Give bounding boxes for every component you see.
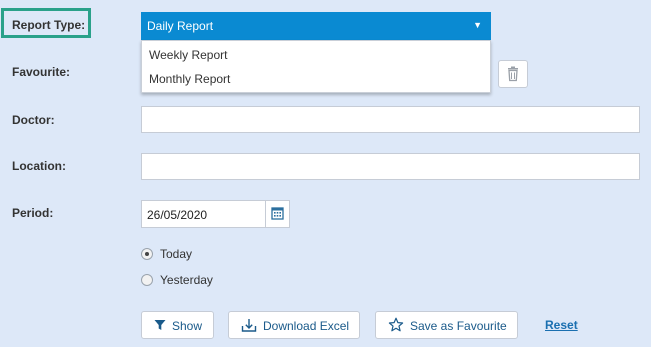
radio-today-label: Today xyxy=(160,247,193,261)
favourite-label: Favourite: xyxy=(12,65,71,79)
radio-yesterday-label: Yesterday xyxy=(160,273,213,287)
option-monthly-report[interactable]: Monthly Report xyxy=(149,72,230,86)
filter-icon xyxy=(154,320,166,330)
star-icon xyxy=(388,317,404,332)
radio-yesterday-control[interactable] xyxy=(141,274,153,286)
delete-favourite-button[interactable] xyxy=(498,60,528,88)
report-type-select[interactable]: Daily Report ▼ xyxy=(141,12,491,40)
doctor-label: Doctor: xyxy=(12,113,55,127)
reset-link[interactable]: Reset xyxy=(545,318,578,332)
download-excel-label: Download Excel xyxy=(263,319,350,333)
period-date-value: 26/05/2020 xyxy=(147,208,208,222)
show-button-label: Show xyxy=(172,319,203,333)
location-input[interactable] xyxy=(141,153,640,180)
calendar-icon xyxy=(271,207,284,220)
download-excel-button[interactable]: Download Excel xyxy=(228,311,360,339)
save-as-favourite-label: Save as Favourite xyxy=(410,319,507,333)
period-date-input[interactable]: 26/05/2020 xyxy=(141,200,266,228)
period-label: Period: xyxy=(12,206,54,220)
save-as-favourite-button[interactable]: Save as Favourite xyxy=(375,311,518,339)
report-type-label: Report Type: xyxy=(12,18,86,32)
option-weekly-report[interactable]: Weekly Report xyxy=(149,48,227,62)
report-type-selected: Daily Report xyxy=(147,19,214,33)
doctor-input[interactable] xyxy=(141,106,640,133)
show-button[interactable]: Show xyxy=(141,311,214,339)
location-label: Location: xyxy=(12,159,66,173)
report-type-label-highlight: Report Type: xyxy=(1,8,91,38)
caret-down-icon: ▼ xyxy=(473,20,482,30)
report-type-dropdown: Weekly Report Monthly Report xyxy=(141,40,491,93)
download-icon xyxy=(241,319,257,332)
radio-today-control[interactable] xyxy=(141,248,153,260)
trash-icon xyxy=(508,66,518,82)
calendar-button[interactable] xyxy=(265,200,290,228)
